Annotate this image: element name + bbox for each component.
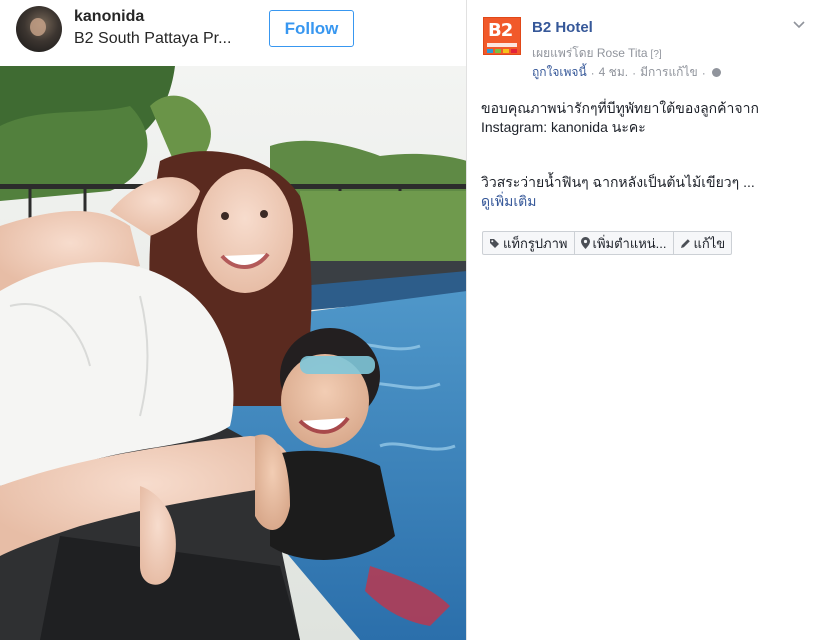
pencil-icon <box>680 238 690 248</box>
facebook-post: B2 B2 Hotel เผยแพร่โดย Rose Tita [?] ถูกใ… <box>467 0 824 640</box>
post-time[interactable]: 4 ชม. <box>599 63 628 82</box>
publisher-label[interactable]: เผยแพร่โดย Rose Tita <box>532 46 648 60</box>
add-location-button[interactable]: เพิ่มตำแหน่... <box>575 232 674 254</box>
logo-text: B2 <box>488 20 513 41</box>
post-line: ขอบคุณภาพน่ารักๆที่บีทูพัทยาใต้ของลูกค้า… <box>481 100 759 116</box>
edited-label[interactable]: มีการแก้ไข <box>640 63 698 82</box>
edit-label: แก้ไข <box>693 235 726 251</box>
instagram-location[interactable]: B2 South Pattaya Pr... <box>74 30 249 48</box>
publisher-help[interactable]: [?] <box>651 49 662 60</box>
globe-icon[interactable] <box>711 68 721 77</box>
tag-photo-label: แท็กรูปภาพ <box>503 235 568 251</box>
logo-dots <box>487 49 517 53</box>
meta-separator: · <box>701 65 706 80</box>
tag-photo-button[interactable]: แท็กรูปภาพ <box>483 232 575 254</box>
post-photo[interactable] <box>0 66 466 640</box>
post-meta: ถูกใจเพจนี้ · 4 ชม. · มีการแก้ไข · <box>532 63 721 82</box>
avatar[interactable] <box>16 6 62 52</box>
page-name[interactable]: B2 Hotel <box>532 19 593 36</box>
post-text: ขอบคุณภาพน่ารักๆที่บีทูพัทยาใต้ของลูกค้า… <box>481 99 811 211</box>
liked-page-label[interactable]: ถูกใจเพจนี้ <box>532 63 587 82</box>
meta-separator: · <box>590 65 595 80</box>
page-logo[interactable]: B2 <box>483 17 521 55</box>
photo-action-bar: แท็กรูปภาพ เพิ่มตำแหน่... แก้ไข <box>482 231 733 255</box>
tag-icon <box>490 238 499 248</box>
follow-button[interactable]: Follow <box>269 10 354 47</box>
post-line: Instagram: kanonida นะคะ <box>481 119 646 135</box>
chevron-down-icon[interactable] <box>792 20 806 30</box>
post-line: วิวสระว่ายน้ำฟินๆ ฉากหลังเป็นต้นไม้เขียว… <box>481 174 755 190</box>
publisher-line: เผยแพร่โดย Rose Tita [?] <box>532 44 662 63</box>
instagram-embed: kanonida B2 South Pattaya Pr... Follow <box>0 0 467 640</box>
see-more-link[interactable]: ดูเพิ่มเติม <box>481 192 811 211</box>
location-pin-icon <box>580 237 590 249</box>
logo-stripe <box>487 43 517 47</box>
instagram-header: kanonida B2 South Pattaya Pr... Follow <box>0 0 466 66</box>
add-location-label: เพิ่มตำแหน่... <box>592 235 667 251</box>
meta-separator: · <box>632 65 637 80</box>
edit-button[interactable]: แก้ไข <box>674 232 732 254</box>
instagram-username[interactable]: kanonida <box>74 8 144 26</box>
